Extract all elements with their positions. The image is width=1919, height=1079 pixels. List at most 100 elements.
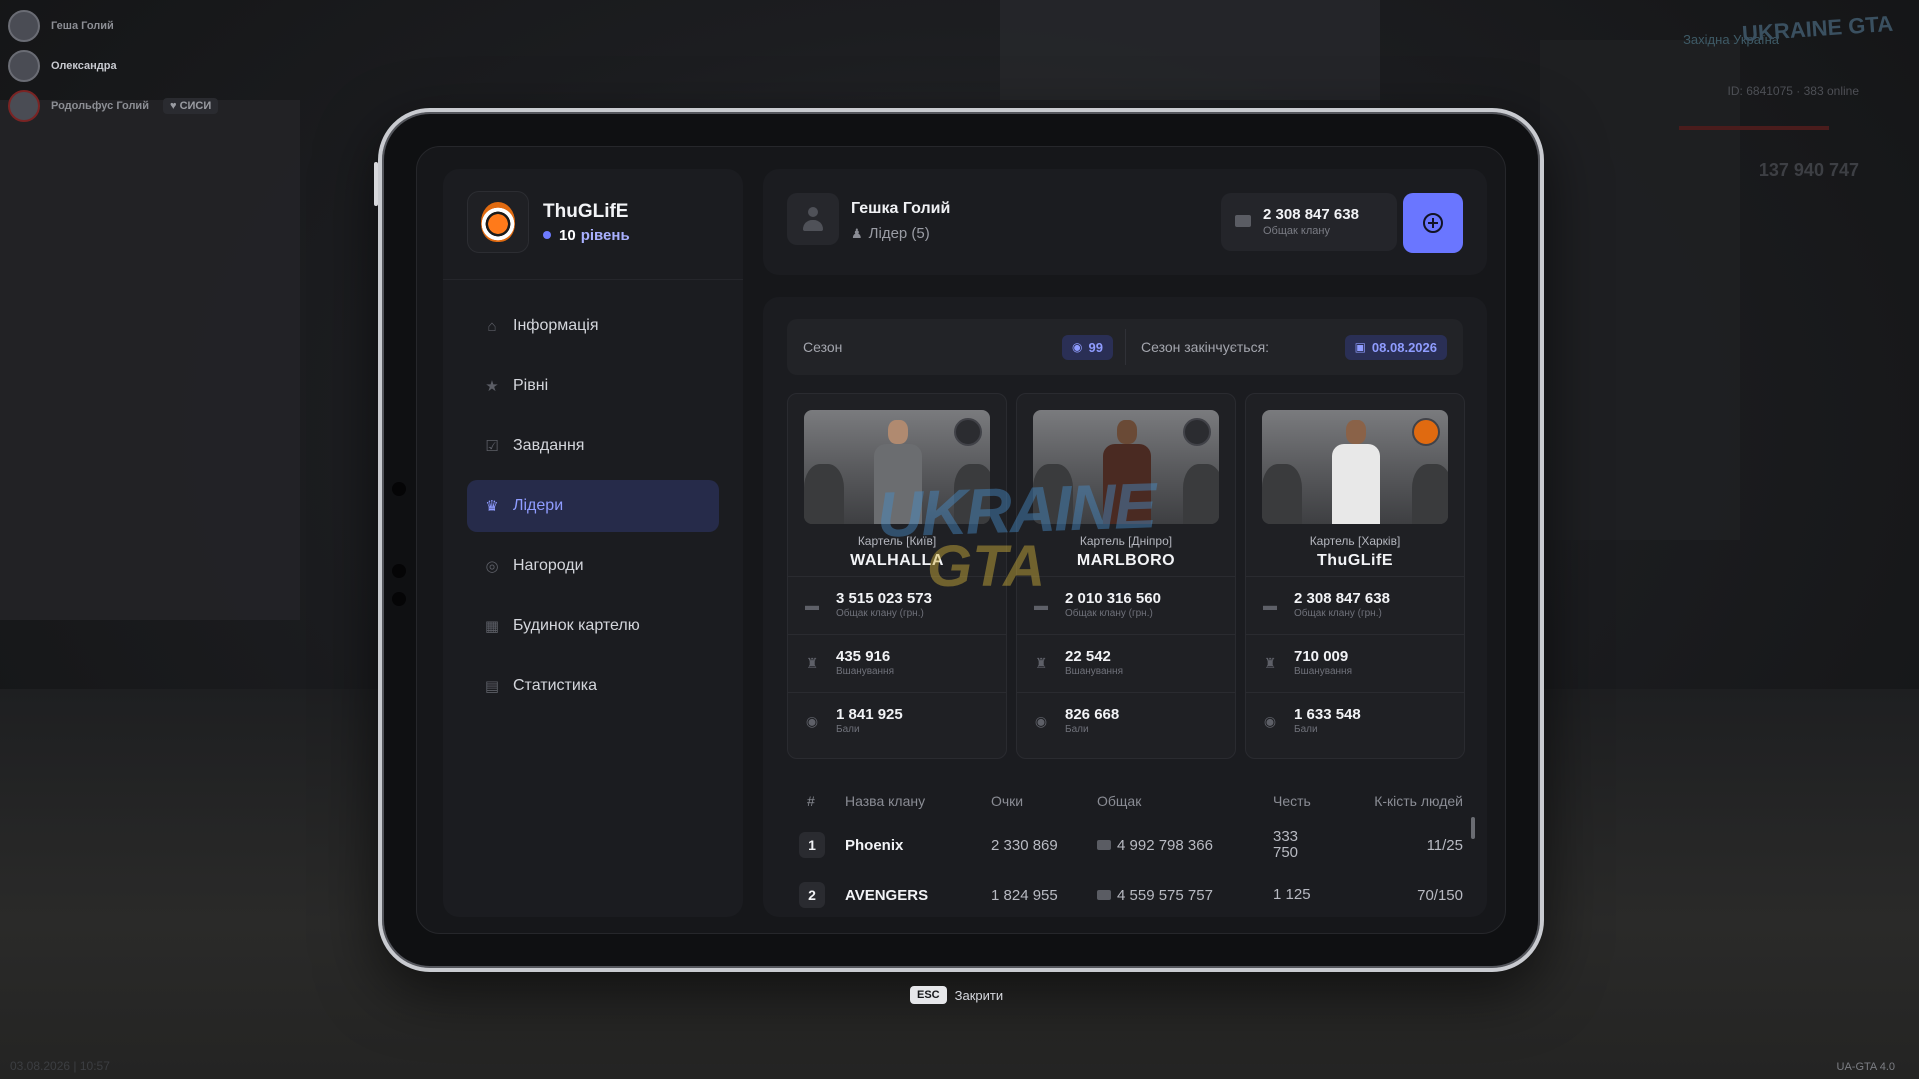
leader-name: WALHALLA [850, 552, 944, 569]
sidebar: ThuGLifE 10 рівень ⌂ Інформація ★ Рівні [443, 169, 743, 917]
leader-name: ThuGLifE [1317, 552, 1393, 569]
hud-money: 137 940 747 [1758, 160, 1859, 180]
sidebar-item-rewards[interactable]: ◎ Нагороди [467, 540, 719, 592]
table-header: # Назва клану Очки Общак Честь К-кість л… [807, 793, 1463, 809]
coin-icon: ◉ [1034, 712, 1048, 729]
rank-badge: 1 [799, 832, 825, 858]
person-icon: ♟ [851, 225, 863, 241]
people-cell: 70/150 [1417, 886, 1463, 904]
avatar [8, 10, 40, 42]
clan-badge-icon [1183, 418, 1211, 446]
clan-emblem-icon [481, 202, 515, 242]
sidebar-item-levels[interactable]: ★ Рівні [467, 360, 719, 412]
tablet-camera-dot [392, 482, 406, 496]
leader-treasury: ▬ 2 010 316 560 Общак клану (грн.) [1017, 576, 1235, 633]
medal-icon: ◎ [485, 558, 499, 575]
player-list: Геша Голий Олександра Родольфус Голий ♥ … [8, 8, 219, 128]
honor-cell: 333 750 [1273, 828, 1299, 861]
health-bar [1679, 126, 1829, 130]
add-button[interactable] [1403, 193, 1463, 253]
sidebar-item-tasks[interactable]: ☑ Завдання [467, 420, 719, 472]
honor-cell: 1 125 [1273, 886, 1311, 903]
plus-circle-icon [1423, 213, 1443, 233]
leader-honor: ♜ 710 009 Вшанування [1246, 634, 1464, 691]
sidebar-item-leaders[interactable]: ♛ Лідери [467, 480, 719, 532]
leaders-panel: Сезон ◉ 99 Сезон закінчується: ▣ 08.08.2… [763, 297, 1487, 917]
clan-badge-icon [1412, 418, 1440, 446]
tablet-camera-dot [392, 592, 406, 606]
store-icon: ▤ [484, 678, 500, 695]
tablet-camera-dot [392, 564, 406, 578]
leader-cartel: Картель [Київ] [857, 534, 937, 548]
player-item: Олександра [8, 48, 218, 84]
treasury-box: 2 308 847 638 Общак клану [1221, 193, 1397, 251]
wallet-icon [1235, 215, 1251, 227]
table-scrollbar[interactable] [1471, 817, 1475, 839]
leader-treasury: ▬ 2 308 847 638 Общак клану (грн.) [1246, 576, 1464, 633]
leader-cartel: Картель [Харків] [1309, 534, 1401, 548]
wallet-icon [1097, 840, 1111, 850]
user-role: ♟ Лідер (5) [851, 225, 930, 242]
calendar-icon: ▣ [1354, 340, 1366, 354]
crown-icon: ♛ [485, 498, 499, 515]
wallet-icon [1097, 890, 1111, 900]
leader-card: Картель [Дніпро] MARLBORO ▬ 2 010 316 56… [1016, 393, 1236, 759]
avatar [8, 50, 40, 82]
season-icon: ◉ [1072, 340, 1083, 354]
people-cell: 11/25 [1426, 836, 1463, 854]
table-row[interactable]: 1 Phoenix 2 330 869 4 992 798 366 333 750… [787, 823, 1463, 867]
version-label: UA-GTA 4.0 [1836, 1061, 1895, 1073]
esc-key: ESC [910, 986, 947, 1004]
sidebar-item-statistics[interactable]: ▤ Статистика [467, 660, 719, 712]
top-leaders: Картель [Київ] WALHALLA ▬ 3 515 023 573 … [787, 393, 1465, 759]
leader-image [1262, 410, 1448, 524]
leader-figure [874, 444, 922, 524]
chart-icon: ▦ [484, 618, 500, 635]
coin-icon: ◉ [805, 712, 819, 729]
sidebar-item-cartel-house[interactable]: ▦ Будинок картелю [467, 600, 719, 652]
season-end-badge: ▣ 08.08.2026 [1344, 334, 1447, 360]
leader-points: ◉ 826 668 Бали [1017, 692, 1235, 749]
clan-name: ThuGLifE [543, 200, 629, 222]
treasury-cell: 4 559 575 757 [1097, 887, 1273, 904]
sidebar-item-info[interactable]: ⌂ Інформація [467, 300, 719, 352]
season-end-label: Сезон закінчується: [1141, 339, 1270, 355]
player-item: Геша Голий [8, 8, 218, 44]
level-dot-icon [543, 231, 551, 239]
close-label: Закрити [954, 987, 1004, 1003]
leader-figure [1103, 444, 1151, 524]
user-icon [803, 207, 823, 231]
tablet-frame: ThuGLifE 10 рівень ⌂ Інформація ★ Рівні [374, 108, 1544, 972]
leader-name: MARLBORO [1076, 552, 1176, 569]
trophy-icon: ♜ [1034, 654, 1048, 671]
points-cell: 2 330 869 [991, 836, 1058, 854]
avatar [8, 90, 40, 122]
clan-name-cell: AVENGERS [845, 886, 929, 904]
season-row: Сезон ◉ 99 Сезон закінчується: ▣ 08.08.2… [787, 319, 1463, 375]
rank-badge: 2 [799, 882, 825, 908]
leader-card: Картель [Київ] WALHALLA ▬ 3 515 023 573 … [787, 393, 1007, 759]
home-icon: ⌂ [487, 317, 497, 335]
leader-card: Картель [Харків] ThuGLifE ▬ 2 308 847 63… [1245, 393, 1465, 759]
wallet-icon: ▬ [1263, 597, 1277, 613]
leader-points: ◉ 1 841 925 Бали [788, 692, 1006, 749]
clan-logo [467, 191, 529, 253]
leader-figure [1332, 444, 1380, 524]
close-hint[interactable]: ESC Закрити [910, 986, 1003, 1004]
user-name: Гешка Голий [851, 200, 951, 217]
leader-image [804, 410, 990, 524]
leader-honor: ♜ 22 542 Вшанування [1017, 634, 1235, 691]
points-cell: 1 824 955 [991, 886, 1058, 904]
table-row[interactable]: 2 AVENGERS 1 824 955 4 559 575 757 1 125… [787, 873, 1463, 917]
avatar [787, 193, 839, 245]
tablet-screen: ThuGLifE 10 рівень ⌂ Інформація ★ Рівні [416, 146, 1506, 934]
date-time: 03.08.2026 | 10:57 [10, 1059, 110, 1073]
trophy-icon: ♜ [1263, 654, 1277, 671]
checkbox-icon: ☑ [485, 438, 499, 455]
wallet-icon: ▬ [1034, 597, 1048, 613]
wallet-icon: ▬ [805, 597, 819, 613]
treasury-value: 2 308 847 638 [1263, 206, 1359, 223]
coin-icon: ◉ [1263, 712, 1277, 729]
clan-name-cell: Phoenix [845, 836, 904, 854]
treasury-label: Общак клану [1263, 225, 1330, 237]
